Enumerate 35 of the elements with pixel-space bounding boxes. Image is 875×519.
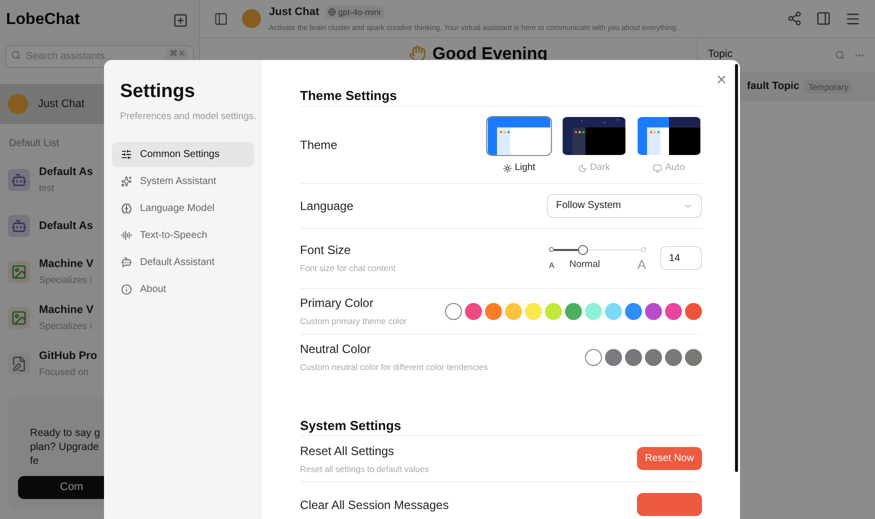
session-name: Just Chat — [38, 96, 84, 112]
setting-label: Primary Color — [300, 295, 374, 312]
theme-label: Dark — [590, 160, 610, 175]
assistant-name: Machine V — [39, 302, 94, 318]
theme-label: Light — [514, 160, 536, 175]
topic-tag: Temporary — [804, 80, 852, 94]
setting-label: Language — [300, 198, 354, 214]
topic-title: Topic — [708, 47, 734, 62]
setting-label: Neutral Color — [300, 341, 372, 358]
setting-description: Custom primary theme color — [300, 315, 407, 328]
setting-description: Font size for chat content — [300, 262, 396, 275]
slider-mark: A — [637, 258, 646, 272]
topic-name: fault Topic — [747, 79, 800, 94]
section-title: System Settings — [300, 416, 702, 436]
setting-label: Theme — [300, 136, 338, 154]
theme-label: Auto — [665, 160, 685, 175]
assistant-name: Default As — [39, 164, 93, 180]
section-title: Theme Settings — [300, 86, 702, 106]
setting-description: Reset all settings to default values — [300, 462, 429, 476]
app-title: LobeChat — [6, 10, 80, 30]
model-tag: gpt-4o-mini — [325, 6, 384, 19]
shortcut-hint: ⌘ K — [166, 48, 188, 60]
chat-title: Just Chat — [269, 5, 320, 20]
setting-description: Custom neutral color for different color tendencies — [300, 361, 488, 374]
slider-mark: Normal — [569, 258, 600, 272]
greeting: Good Evening — [432, 43, 548, 65]
list-title: Default List — [8, 137, 60, 151]
upgrade-text: Ready to say g plan? Upgrade fe — [29, 426, 102, 468]
assistant-name: Machine V — [39, 256, 94, 272]
assistant-name: Default As — [39, 218, 93, 234]
setting-label: Reset All Settings — [300, 442, 396, 460]
assistant-name: GitHub Pro — [39, 348, 98, 364]
setting-label: Font Size — [300, 242, 352, 260]
setting-label: Clear All Session Messages — [300, 496, 449, 514]
slider-mark: A — [549, 260, 554, 272]
